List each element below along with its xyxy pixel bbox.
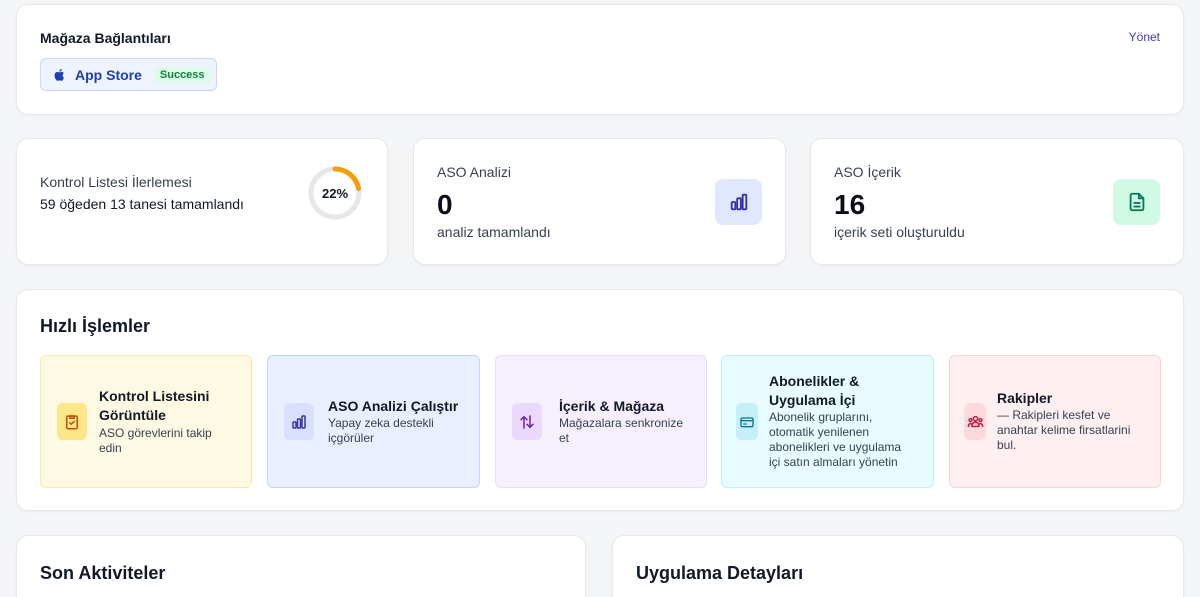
action-title: İçerik & Mağaza [559,398,665,414]
action-description: Mağazalara senkronize et [559,416,684,445]
recent-activity-card: Son Aktiviteler [16,535,586,597]
document-icon [1113,179,1160,225]
checklist-progress-sub: 59 öğeden 13 tanesi tamamlandı [40,196,244,212]
action-description: Yapay zeka destekli içgörüler [328,416,434,445]
bar-chart-icon [715,179,762,225]
checklist-progress-card: Kontrol Listesi İlerlemesi 59 öğeden 13 … [16,138,388,265]
manage-link[interactable]: Yönet [1129,30,1160,44]
app-details-card: Uygulama Detayları [612,535,1184,597]
aso-analysis-desc: analiz tamamlandı [437,224,551,240]
store-name: App Store [75,66,142,83]
apple-icon [53,68,67,82]
aso-content-desc: içerik seti oluşturuldu [834,224,965,240]
store-connections-card: Mağaza Bağlantıları Yönet App Store Succ… [16,4,1184,115]
content-store-action[interactable]: İçerik & Mağaza Mağazalara senkronize et [495,355,707,488]
checklist-progress-label: Kontrol Listesi İlerlemesi [40,174,192,190]
competitors-action[interactable]: Rakipler — Rakipleri kesfet ve anahtar k… [949,355,1161,488]
action-title: Kontrol Listesini Görüntüle [99,388,210,423]
aso-content-card: ASO İçerik 16 içerik seti oluşturuldu [810,138,1184,265]
action-title: Rakipler [997,390,1053,406]
recent-activity-title: Son Aktiviteler [40,563,166,583]
sync-arrows-icon [512,403,542,440]
quick-actions-card: Hızlı İşlemler Kontrol Listesini Görüntü… [16,289,1184,511]
subscriptions-in-app-action[interactable]: Abonelikler & Uygulama İçi Abonelik grup… [721,355,934,488]
quick-actions-title: Hızlı İşlemler [40,316,151,336]
run-aso-analysis-action[interactable]: ASO Analizi Çalıştır Yapay zeka destekli… [267,355,480,488]
action-description: Abonelik gruplarını, otomatik yenilenen … [769,410,902,469]
action-description: — Rakipleri kesfet ve anahtar kelime fir… [997,408,1131,452]
users-group-icon [964,403,986,440]
aso-analysis-label: ASO Analizi [437,164,511,180]
progress-percent: 22% [321,185,349,201]
action-title: ASO Analizi Çalıştır [328,398,459,414]
credit-card-icon [736,403,758,440]
clipboard-check-icon [57,403,87,440]
store-connections-title: Mağaza Bağlantıları [40,30,171,46]
app-store-connection-chip[interactable]: App Store Success [40,58,217,91]
progress-ring: 22% [306,164,364,222]
aso-analysis-value: 0 [437,189,453,220]
action-title: Abonelikler & Uygulama İçi [769,373,860,408]
aso-analysis-card: ASO Analizi 0 analiz tamamlandı [413,138,786,265]
aso-content-label: ASO İçerik [834,164,901,180]
bar-chart-icon [284,403,314,440]
aso-content-value: 16 [834,189,866,220]
status-badge: Success [153,66,211,83]
app-details-title: Uygulama Detayları [636,563,804,583]
view-checklist-action[interactable]: Kontrol Listesini Görüntüle ASO görevler… [40,355,252,488]
action-description: ASO görevlerini takip edin [99,426,212,455]
